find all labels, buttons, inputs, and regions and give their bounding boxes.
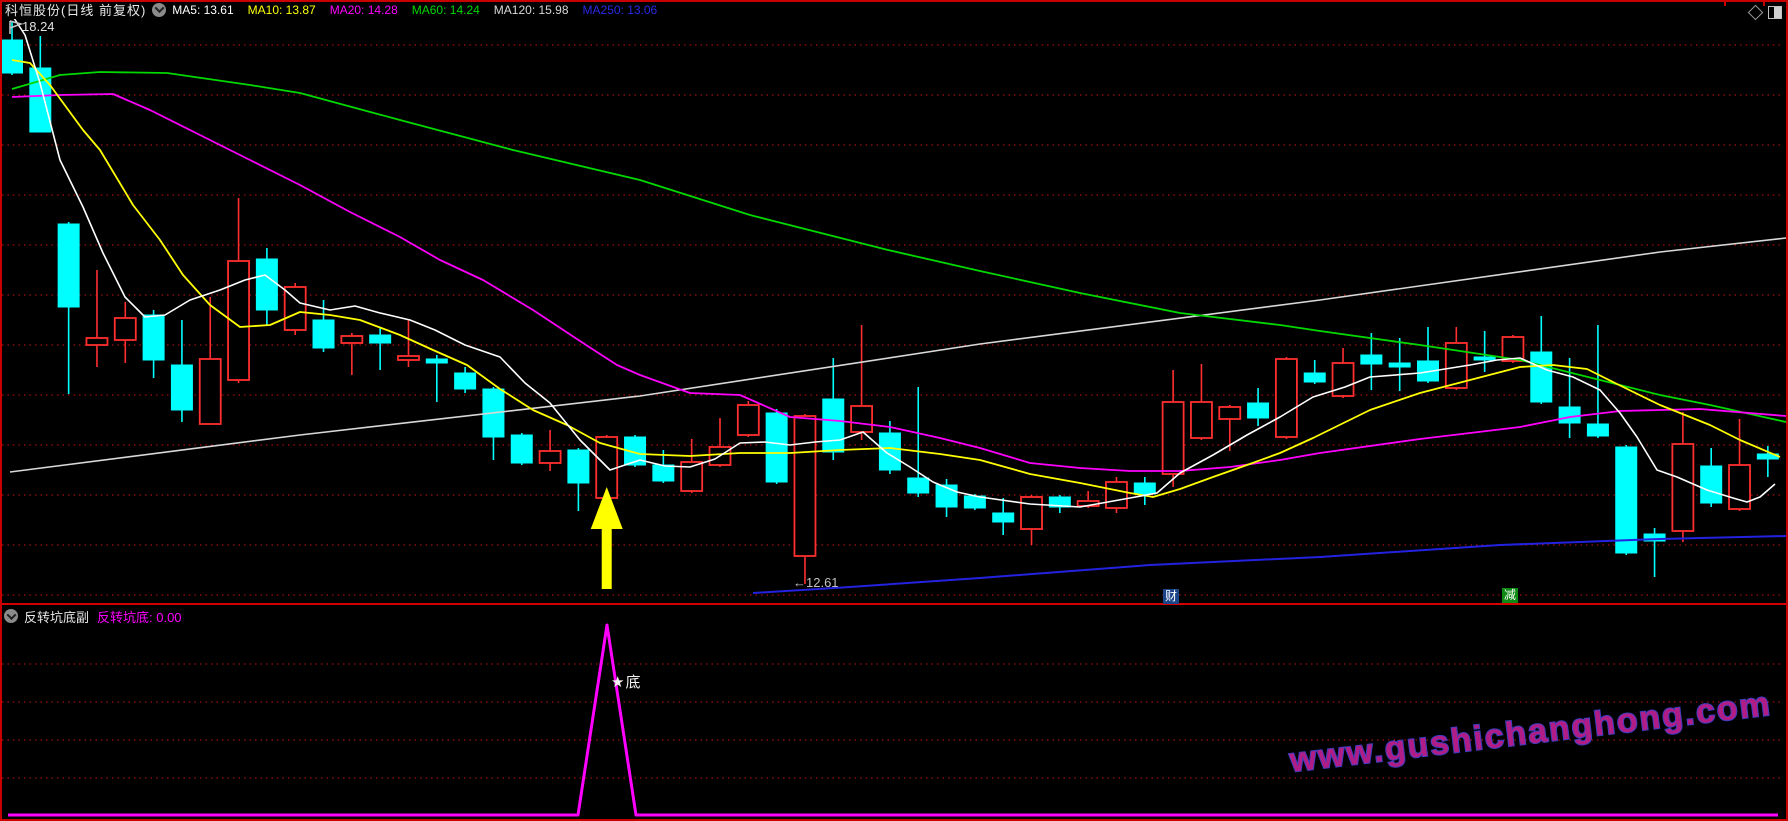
main-chart-header: 科恒股份(日线 前复权) MA5: 13.61 MA10: 13.87 MA20…: [0, 0, 1788, 19]
ma120-legend: MA120: 15.98: [494, 3, 569, 17]
chevron-down-icon[interactable]: [152, 3, 166, 17]
sub-indicator-title: 反转坑底副: [24, 607, 89, 626]
chevron-down-icon[interactable]: [4, 609, 18, 623]
ma5-legend: MA5: 13.61: [172, 3, 233, 17]
signal-marker-cai: 财: [1163, 589, 1179, 604]
candlestick-chart-canvas[interactable]: [0, 0, 1788, 821]
ma20-legend: MA20: 14.28: [330, 3, 398, 17]
ma60-legend: MA60: 14.24: [412, 3, 480, 17]
signal-marker-jian: 减: [1502, 588, 1518, 603]
split-panel-icon[interactable]: [1768, 6, 1782, 19]
high-price-label: 18.24: [22, 19, 55, 34]
low-price-label: ←12.61: [793, 575, 839, 590]
sub-pane-header: 反转坑底副 反转坑底: 0.00: [0, 606, 700, 626]
chart-window: 科恒股份(日线 前复权) MA5: 13.61 MA10: 13.87 MA20…: [0, 0, 1788, 821]
diamond-icon[interactable]: [1748, 5, 1764, 21]
ma10-legend: MA10: 13.87: [248, 3, 316, 17]
top-border-tick: [1724, 2, 1726, 6]
bottom-signal-label: ★底: [611, 671, 641, 692]
stock-title: 科恒股份(日线 前复权): [5, 0, 146, 19]
sub-indicator-value: 反转坑底: 0.00: [97, 607, 182, 626]
corner-controls: [1750, 6, 1782, 19]
ma250-legend: MA250: 13.06: [583, 3, 658, 17]
